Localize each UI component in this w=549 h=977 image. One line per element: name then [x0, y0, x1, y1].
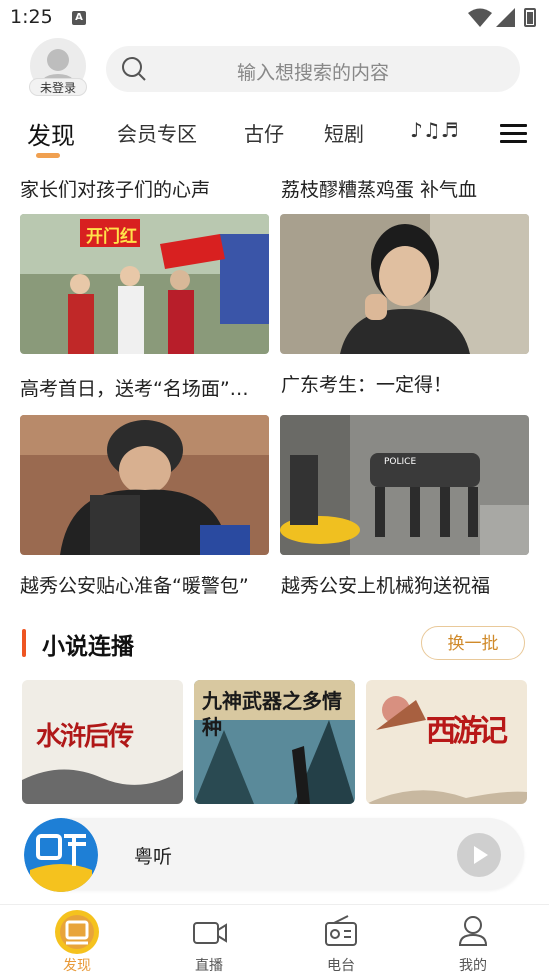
nav-label: 直播: [195, 958, 223, 974]
player-title: 粤听: [134, 846, 173, 868]
book-cover[interactable]: 西游记: [366, 680, 527, 804]
video-thumbnail[interactable]: [20, 415, 269, 555]
signal-icon: [496, 8, 515, 27]
tab-guzai[interactable]: 古仔: [244, 118, 284, 147]
mini-player[interactable]: [26, 818, 524, 890]
tab-short-drama[interactable]: 短剧: [324, 118, 364, 147]
tab-discover[interactable]: 发现: [27, 116, 75, 151]
video-thumbnail[interactable]: 开门红: [20, 214, 269, 354]
status-bar: 1:25 A: [0, 0, 549, 36]
search-input[interactable]: 输入想搜索的内容: [106, 46, 520, 92]
radio-icon: [325, 915, 357, 946]
battery-icon: [524, 8, 536, 27]
menu-icon[interactable]: [500, 124, 527, 144]
feed-caption[interactable]: 荔枝醪糟蒸鸡蛋 补气血: [281, 175, 531, 202]
play-button[interactable]: [457, 833, 501, 877]
book-cover-title: 西游记: [426, 714, 508, 749]
discover-logo-icon: [55, 910, 99, 954]
video-caption[interactable]: 高考首日，送考“名场面”…: [20, 374, 270, 401]
nav-label: 我的: [459, 958, 487, 974]
thumbnail-overlay-text: 开门红: [86, 227, 137, 247]
notification-icon: A: [72, 11, 86, 25]
student-image: [280, 214, 529, 354]
book-cover[interactable]: 水浒后传: [22, 680, 183, 804]
nav-label: 电台: [327, 958, 355, 974]
video-thumbnail[interactable]: [280, 214, 529, 354]
nav-live[interactable]: 直播: [164, 905, 254, 977]
video-thumbnail[interactable]: POLICE: [280, 415, 529, 555]
nav-label: 发现: [63, 958, 91, 974]
refresh-button[interactable]: 换一批: [421, 626, 525, 660]
active-tab-indicator: [36, 153, 60, 158]
video-caption[interactable]: 广东考生：一定得！: [281, 370, 531, 397]
search-icon: [122, 57, 146, 81]
wifi-icon: [468, 8, 492, 27]
nav-discover[interactable]: 发现: [32, 905, 122, 977]
exam-crowd-image: [20, 214, 269, 354]
section-accent-bar: [22, 629, 26, 657]
tab-music[interactable]: ♪♫♬: [410, 118, 459, 142]
user-icon: [458, 916, 488, 946]
book-cover-title: 水浒后传: [36, 722, 134, 752]
app-logo-icon: [24, 818, 98, 892]
bottom-nav: 发现 直播 电台 我的: [0, 904, 549, 977]
tab-member-zone[interactable]: 会员专区: [117, 118, 197, 147]
book-cover[interactable]: 九神武器之多情种: [194, 680, 355, 804]
police-officer-image: [20, 415, 269, 555]
thumbnail-overlay-text: POLICE: [384, 457, 417, 467]
video-caption[interactable]: 越秀公安贴心准备“暖警包”: [20, 571, 270, 598]
nav-profile[interactable]: 我的: [428, 905, 518, 977]
nav-radio[interactable]: 电台: [296, 905, 386, 977]
play-icon: [474, 846, 488, 864]
video-caption[interactable]: 越秀公安上机械狗送祝福: [281, 571, 531, 598]
robot-dog-image: [280, 415, 529, 555]
video-camera-icon: [193, 922, 227, 944]
section-title: 小说连播: [42, 634, 134, 660]
feed-caption[interactable]: 家长们对孩子们的心声: [20, 175, 270, 202]
search-placeholder: 输入想搜索的内容: [236, 62, 389, 84]
login-badge[interactable]: 未登录: [29, 78, 87, 96]
book-cover-title: 九神武器之多情种: [202, 689, 342, 739]
status-time: 1:25: [10, 6, 53, 28]
